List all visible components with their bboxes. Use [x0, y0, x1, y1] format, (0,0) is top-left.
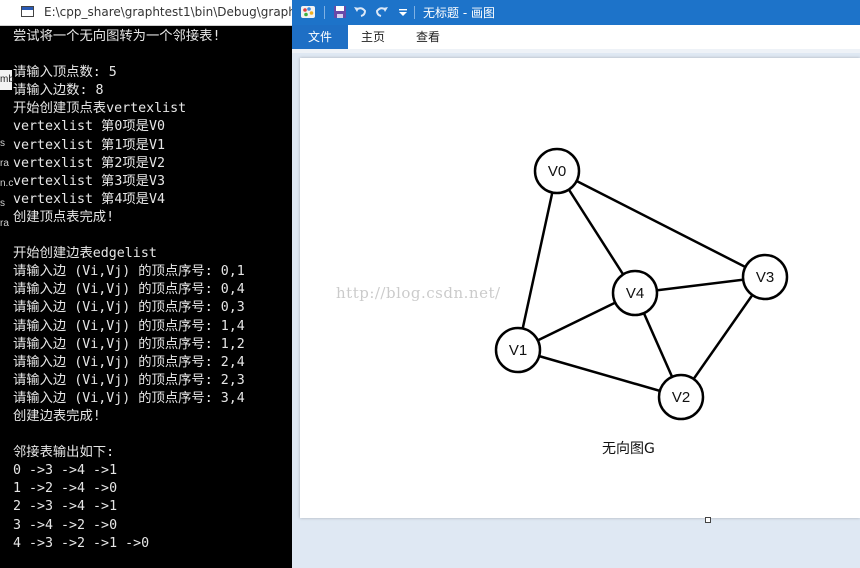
undirected-graph: V0 V1 V2 V3 V4 — [494, 147, 789, 421]
console-line: 请输入边 (Vi,Vj) 的顶点序号: 0,3 — [13, 300, 245, 316]
graph-node-label: V3 — [756, 269, 774, 286]
console-line: 请输入边 (Vi,Vj) 的顶点序号: 1,4 — [13, 318, 245, 334]
console-line: 4 ->3 ->2 ->1 ->0 — [13, 535, 150, 551]
graph-node-label: V1 — [509, 342, 527, 359]
console-line: vertexlist 第4项是V4 — [13, 191, 165, 207]
ribbon-divider — [292, 49, 860, 53]
console-line: 请输入边 (Vi,Vj) 的顶点序号: 0,1 — [13, 264, 245, 280]
console-line: vertexlist 第2项是V2 — [13, 155, 165, 171]
ribbon-tabs: 文件 主页 查看 — [292, 25, 860, 50]
graph-caption: 无向图G — [602, 441, 655, 457]
tab-view[interactable]: 查看 — [402, 25, 454, 49]
console-line: 请输入边 (Vi,Vj) 的顶点序号: 2,4 — [13, 354, 245, 370]
paint-window: 无标题 - 画图 文件 主页 查看 http://blog.csdn.net/ … — [292, 0, 860, 568]
console-line: vertexlist 第3项是V3 — [13, 173, 165, 189]
console-line: 创建边表完成! — [13, 408, 101, 424]
console-line: 请输入顶点数: 5 — [13, 65, 117, 81]
toolbar-separator — [414, 6, 415, 19]
console-line: 请输入边 (Vi,Vj) 的顶点序号: 1,2 — [13, 336, 245, 352]
console-line: 请输入边 (Vi,Vj) 的顶点序号: 0,4 — [13, 282, 245, 298]
console-line: 3 ->4 ->2 ->0 — [13, 517, 118, 533]
console-lines: 尝试将一个无向图转为一个邻接表! 请输入顶点数: 5 请输入边数: 8 开始创建顶点表… — [13, 28, 245, 553]
console-line: 尝试将一个无向图转为一个邻接表! — [13, 29, 221, 44]
console-app-icon — [21, 6, 34, 17]
console-line: vertexlist 第1项是V1 — [13, 137, 165, 153]
graph-edge-v0-v3 — [556, 169, 766, 279]
canvas-resize-handle[interactable] — [705, 517, 711, 523]
console-line: 0 ->3 ->4 ->1 — [13, 463, 118, 479]
console-line: 创建顶点表完成! — [13, 209, 115, 225]
graph-edge-v0-v1 — [516, 170, 559, 351]
tab-home[interactable]: 主页 — [348, 25, 398, 49]
graph-node-label: V0 — [548, 163, 566, 180]
save-icon[interactable] — [332, 4, 348, 20]
customize-dropdown-icon[interactable] — [396, 5, 410, 19]
graph-node-label: V4 — [626, 285, 644, 302]
paint-titlebar[interactable]: 无标题 - 画图 — [292, 0, 860, 25]
graph-edge-v1-v2 — [517, 348, 682, 399]
graph-node-label: V2 — [672, 389, 690, 406]
paint-icon — [301, 6, 315, 18]
console-line: 开始创建顶点表vertexlist — [13, 101, 187, 117]
console-line: 2 ->3 ->4 ->1 — [13, 499, 118, 515]
drawing-canvas[interactable]: http://blog.csdn.net/ V0 V1 V2 V3 V4 无向图G — [300, 58, 860, 518]
console-line: 邻接表输出如下: — [13, 445, 115, 461]
console-titlebar[interactable]: E:\cpp_share\graphtest1\bin\Debug\graph — [0, 0, 292, 26]
console-output[interactable]: 尝试将一个无向图转为一个邻接表! 请输入顶点数: 5 请输入边数: 8 开始创建顶点表… — [0, 28, 292, 568]
console-line: 请输入边数: 8 — [13, 83, 104, 99]
undo-icon[interactable] — [352, 4, 368, 20]
redo-icon[interactable] — [374, 4, 390, 20]
tab-file[interactable]: 文件 — [292, 25, 348, 49]
toolbar-separator — [324, 6, 325, 19]
console-window: E:\cpp_share\graphtest1\bin\Debug\graph … — [0, 0, 292, 568]
console-line: 开始创建边表edgelist — [13, 246, 157, 262]
console-line: 请输入边 (Vi,Vj) 的顶点序号: 2,3 — [13, 372, 245, 388]
console-line: 请输入边 (Vi,Vj) 的顶点序号: 3,4 — [13, 390, 245, 406]
console-line: 1 ->2 ->4 ->0 — [13, 481, 118, 497]
paint-title: 无标题 - 画图 — [423, 6, 495, 20]
console-line: vertexlist 第0项是V0 — [13, 119, 165, 135]
console-title: E:\cpp_share\graphtest1\bin\Debug\graph — [44, 5, 292, 19]
